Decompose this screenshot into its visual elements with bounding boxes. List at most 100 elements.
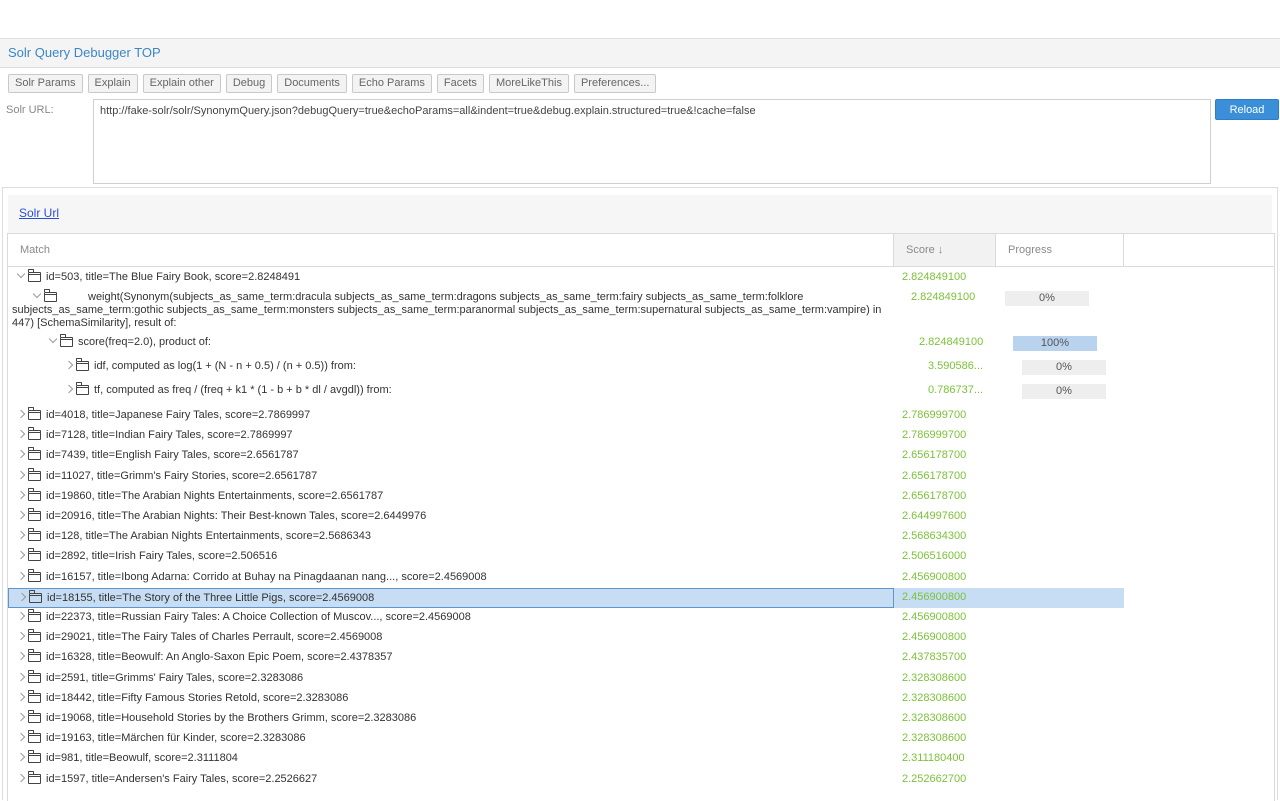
match-label: id=503, title=The Blue Fairy Book, score… xyxy=(46,271,301,283)
tree-row[interactable]: id=7439, title=English Fairy Tales, scor… xyxy=(8,446,1124,466)
match-cell: id=18155, title=The Story of the Three L… xyxy=(8,587,894,608)
tree-row[interactable]: id=128, title=The Arabian Nights Enterta… xyxy=(8,527,1124,547)
match-cell: id=128, title=The Arabian Nights Enterta… xyxy=(8,527,894,547)
match-cell: id=503, title=The Blue Fairy Book, score… xyxy=(8,268,894,288)
results-tree-grid: Match Score ↓ Progress id=503, title=The… xyxy=(7,233,1275,801)
folder-icon xyxy=(28,609,41,622)
chevron-right-icon[interactable] xyxy=(16,510,26,520)
tree-row[interactable]: id=2591, title=Grimms' Fairy Tales, scor… xyxy=(8,669,1124,689)
tree-row[interactable]: id=18442, title=Fifty Famous Stories Ret… xyxy=(8,689,1124,709)
more-like-this-button[interactable]: MoreLikeThis xyxy=(488,74,569,93)
match-cell: id=981, title=Beowulf, score=2.3111804 xyxy=(8,749,894,769)
match-cell: id=7128, title=Indian Fairy Tales, score… xyxy=(8,426,894,446)
score-value: 2.456900800 xyxy=(902,631,967,644)
tree-row-score[interactable]: score(freq=2.0), product of: 2.824849100 1… xyxy=(8,333,1124,353)
chevron-right-icon[interactable] xyxy=(16,712,26,722)
column-header-progress[interactable]: Progress xyxy=(996,234,1124,266)
match-cell: idf, computed as log(1 + (N - n + 0.5) /… xyxy=(8,357,894,377)
chevron-right-icon[interactable] xyxy=(16,571,26,580)
folder-icon xyxy=(28,710,41,723)
solr-url-label: Solr URL: xyxy=(6,104,54,116)
folder-icon xyxy=(76,358,89,371)
tree-row[interactable]: id=20916, title=The Arabian Nights: Thei… xyxy=(8,507,1124,527)
chevron-right-icon[interactable] xyxy=(16,732,26,742)
match-cell: id=11027, title=Grimm's Fairy Stories, s… xyxy=(8,467,894,487)
tree-row[interactable]: id=16328, title=Beowulf: An Anglo-Saxon … xyxy=(8,648,1124,668)
match-label: id=19860, title=The Arabian Nights Enter… xyxy=(46,489,384,502)
tree-row[interactable]: id=4018, title=Japanese Fairy Tales, sco… xyxy=(8,406,1124,426)
match-cell: id=19860, title=The Arabian Nights Enter… xyxy=(8,487,894,507)
explain-other-button[interactable]: Explain other xyxy=(142,74,221,93)
match-cell: id=7439, title=English Fairy Tales, scor… xyxy=(8,446,894,466)
score-value: 2.437835700 xyxy=(902,651,967,664)
facets-button[interactable]: Facets xyxy=(436,74,484,93)
match-label: id=2892, title=Irish Fairy Tales, score=… xyxy=(46,550,278,563)
chevron-right-icon[interactable] xyxy=(16,470,26,479)
chevron-right-icon[interactable] xyxy=(64,360,74,370)
chevron-down-icon[interactable] xyxy=(48,334,58,344)
tree-row[interactable]: id=18155, title=The Story of the Three L… xyxy=(8,587,1124,608)
tree-row[interactable]: id=11027, title=Grimm's Fairy Stories, s… xyxy=(8,467,1124,487)
match-cell: id=2892, title=Irish Fairy Tales, score=… xyxy=(8,547,894,567)
chevron-down-icon[interactable] xyxy=(16,269,26,279)
chevron-right-icon[interactable] xyxy=(16,652,26,661)
tree-row-tf[interactable]: tf, computed as freq / (freq + k1 * (1 -… xyxy=(8,381,1124,401)
tree-row[interactable]: id=29021, title=The Fairy Tales of Charl… xyxy=(8,628,1124,648)
chevron-right-icon[interactable] xyxy=(16,551,26,560)
chevron-right-icon[interactable] xyxy=(64,384,74,394)
tree-row[interactable]: id=981, title=Beowulf, score=2.3111804 2.… xyxy=(8,749,1124,769)
column-header-match[interactable]: Match xyxy=(8,234,894,266)
preferences-button[interactable]: Preferences... xyxy=(573,74,657,93)
score-value: 2.786999700 xyxy=(902,409,967,421)
score-value: 3.590586... xyxy=(928,360,984,372)
folder-icon xyxy=(28,568,41,582)
chevron-right-icon[interactable] xyxy=(16,450,26,459)
tree-row[interactable]: id=19860, title=The Arabian Nights Enter… xyxy=(8,487,1124,507)
score-value: 2.328308600 xyxy=(902,691,967,704)
chevron-right-icon[interactable] xyxy=(16,753,26,762)
debug-button[interactable]: Debug xyxy=(225,74,273,93)
solr-url-link[interactable]: Solr Url xyxy=(19,206,59,220)
chevron-right-icon[interactable] xyxy=(16,409,26,419)
score-value: 2.311180400 xyxy=(902,752,965,765)
chevron-right-icon[interactable] xyxy=(16,773,26,782)
documents-button[interactable]: Documents xyxy=(277,74,347,93)
match-cell: id=18442, title=Fifty Famous Stories Ret… xyxy=(8,689,894,709)
chevron-right-icon[interactable] xyxy=(16,672,26,681)
chevron-right-icon[interactable] xyxy=(16,611,26,621)
column-header-score[interactable]: Score ↓ xyxy=(894,234,996,266)
folder-icon xyxy=(28,487,41,501)
tree-row-idf[interactable]: idf, computed as log(1 + (N - n + 0.5) /… xyxy=(8,357,1124,377)
tree-row[interactable]: id=19163, title=Märchen für Kinder, scor… xyxy=(8,729,1124,749)
tree-row[interactable]: id=1597, title=Andersen's Fairy Tales, s… xyxy=(8,770,1124,790)
tree-row[interactable]: id=2892, title=Irish Fairy Tales, score=… xyxy=(8,547,1124,567)
match-label: idf, computed as log(1 + (N - n + 0.5) /… xyxy=(94,360,356,372)
chevron-right-icon[interactable] xyxy=(16,490,26,500)
results-panel: Solr Url Match Score ↓ Progress id=503, … xyxy=(2,187,1278,801)
echo-params-button[interactable]: Echo Params xyxy=(351,74,432,93)
panel-header: Solr Url xyxy=(8,195,1272,233)
tree-row-doc[interactable]: id=503, title=The Blue Fairy Book, score… xyxy=(8,268,1124,288)
chevron-right-icon[interactable] xyxy=(16,692,26,702)
match-cell: id=20916, title=The Arabian Nights: Thei… xyxy=(8,507,894,527)
score-value: 2.456900800 xyxy=(902,611,967,623)
folder-icon xyxy=(28,508,41,521)
match-label: id=7439, title=English Fairy Tales, scor… xyxy=(46,449,299,462)
chevron-right-icon[interactable] xyxy=(17,592,27,602)
folder-icon xyxy=(29,589,42,603)
explain-button[interactable]: Explain xyxy=(87,74,138,93)
tree-row[interactable]: id=22373, title=Russian Fairy Tales: A C… xyxy=(8,608,1124,628)
reload-button[interactable]: Reload xyxy=(1215,99,1279,120)
toolbar: Solr Params Explain Explain other Debug … xyxy=(8,74,657,93)
tree-row[interactable]: id=19068, title=Household Stories by the… xyxy=(8,709,1124,729)
tree-row[interactable]: id=7128, title=Indian Fairy Tales, score… xyxy=(8,426,1124,446)
match-label: id=7128, title=Indian Fairy Tales, score… xyxy=(46,429,293,442)
tree-row[interactable]: id=16157, title=Ibong Adarna: Corrido at… xyxy=(8,568,1124,588)
chevron-right-icon[interactable] xyxy=(16,530,26,540)
chevron-right-icon[interactable] xyxy=(16,631,26,641)
match-label: weight(Synonym(subjects_as_same_term:dra… xyxy=(12,291,882,329)
solr-params-button[interactable]: Solr Params xyxy=(8,74,83,93)
tree-row-weight[interactable]: weight(Synonym(subjects_as_same_term:dra… xyxy=(8,288,1124,329)
chevron-right-icon[interactable] xyxy=(16,429,26,439)
solr-url-input[interactable] xyxy=(93,99,1211,184)
